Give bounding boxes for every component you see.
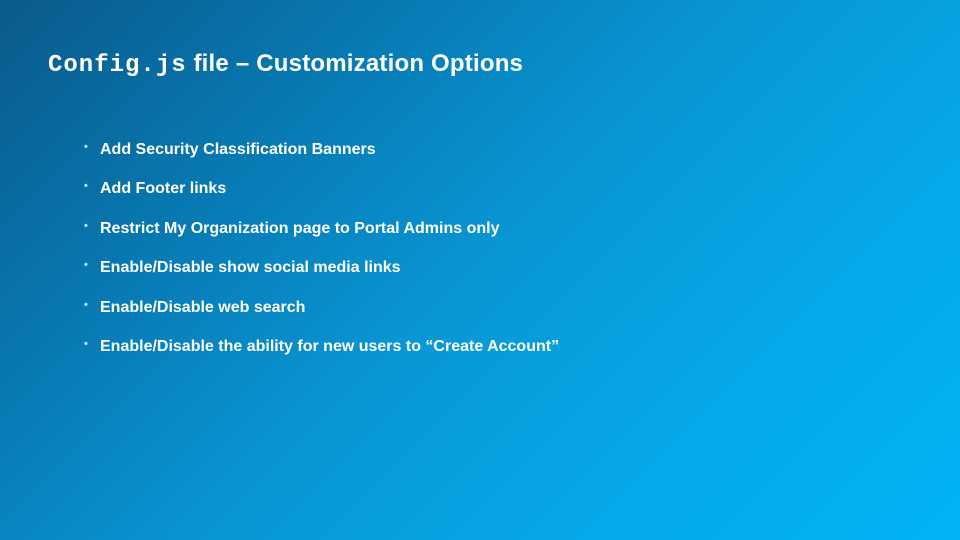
list-item: Enable/Disable show social media links [84,257,912,279]
slide: Config.js file – Customization Options A… [0,0,960,425]
list-item: Enable/Disable the ability for new users… [84,336,912,358]
list-item: Add Security Classification Banners [84,139,912,161]
list-item: Restrict My Organization page to Portal … [84,218,912,240]
list-item: Add Footer links [84,178,912,200]
list-item: Enable/Disable web search [84,297,912,319]
title-code-part: Config.js [48,52,187,79]
bullet-list: Add Security Classification Banners Add … [48,139,912,358]
title-rest-part: file – Customization Options [187,50,523,77]
slide-title: Config.js file – Customization Options [48,50,912,79]
